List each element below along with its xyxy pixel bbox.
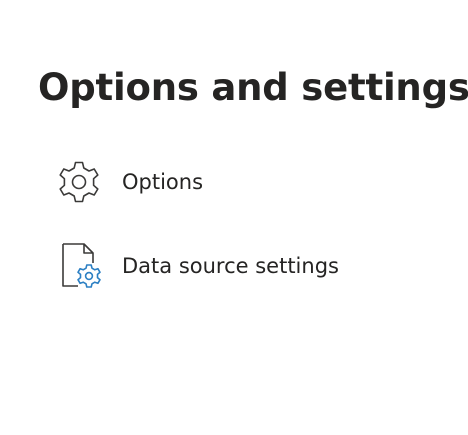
page-title: Options and settings: [38, 66, 468, 109]
options-label: Options: [122, 170, 204, 194]
gear-icon: [56, 157, 106, 207]
data-source-settings-menu-item[interactable]: Data source settings: [56, 239, 416, 293]
options-menu-item[interactable]: Options: [56, 155, 416, 209]
document-gear-icon: [56, 241, 106, 291]
data-source-settings-label: Data source settings: [122, 254, 339, 278]
